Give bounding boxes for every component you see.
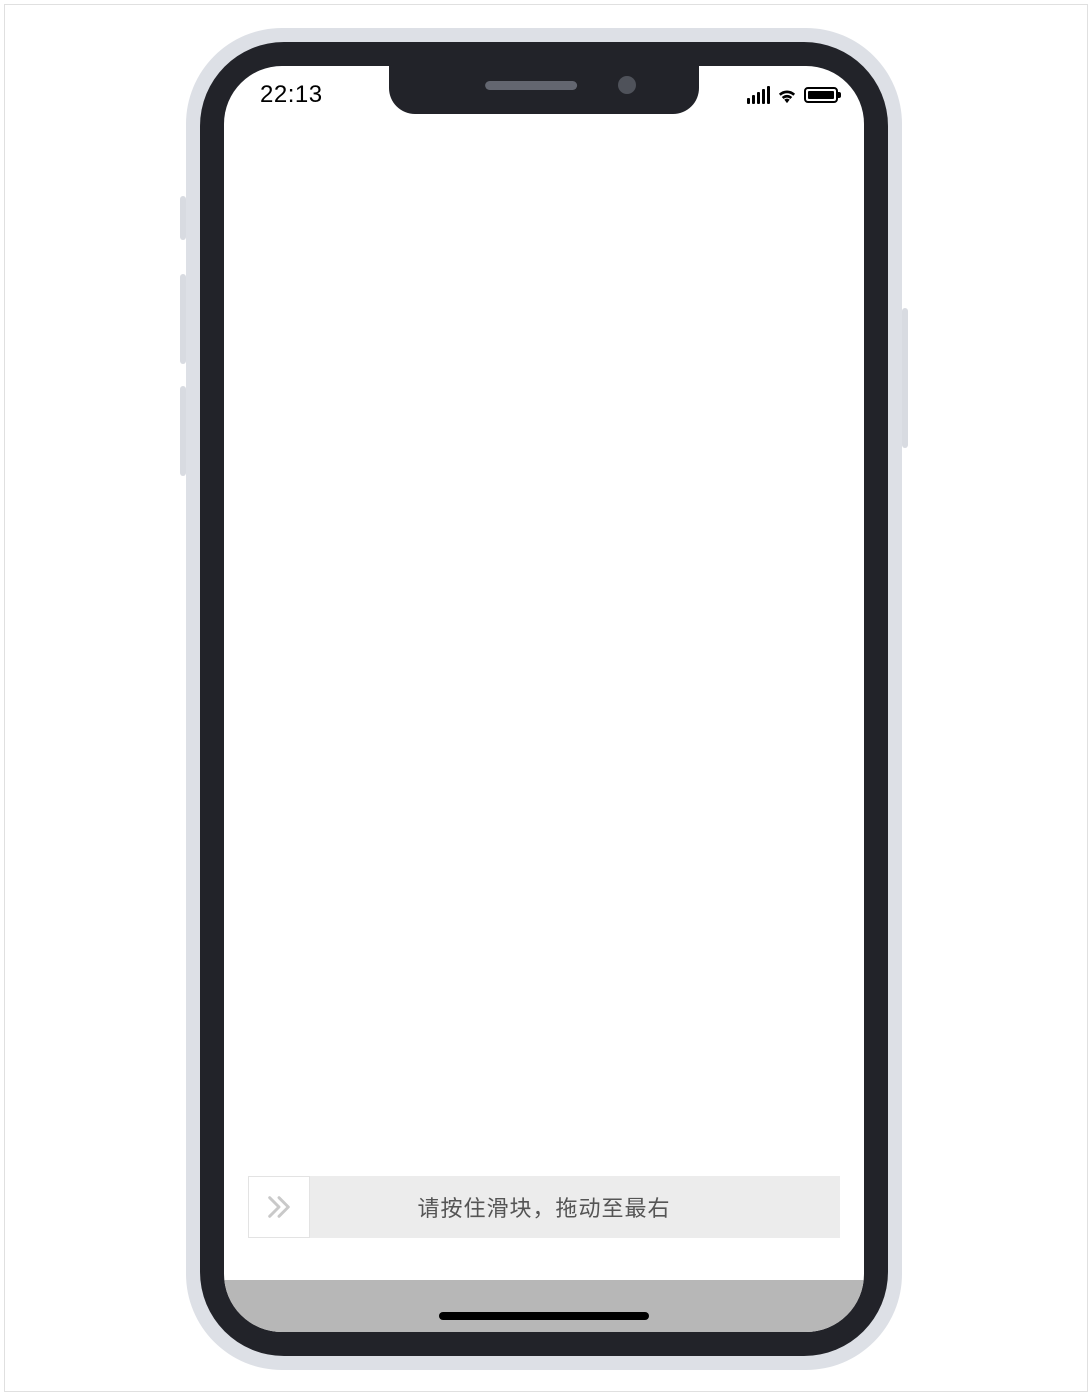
phone-device-frame: 22:13 — [186, 28, 902, 1370]
double-chevron-right-icon — [265, 1193, 293, 1221]
slide-captcha-instruction: 请按住滑块，拖动至最右 — [310, 1191, 840, 1223]
mute-switch — [180, 196, 186, 240]
status-bar: 22:13 — [224, 66, 864, 114]
wifi-icon — [776, 86, 798, 104]
cellular-signal-icon — [745, 86, 770, 104]
phone-screen: 22:13 — [224, 66, 864, 1332]
home-indicator[interactable] — [439, 1312, 649, 1320]
battery-icon — [804, 87, 838, 103]
status-time: 22:13 — [260, 81, 323, 109]
bottom-safe-area — [224, 1280, 864, 1332]
status-right-icons — [745, 86, 838, 104]
volume-down-button — [180, 386, 186, 476]
power-button — [902, 308, 908, 448]
volume-up-button — [180, 274, 186, 364]
slide-captcha[interactable]: 请按住滑块，拖动至最右 — [248, 1176, 840, 1238]
slide-captcha-handle[interactable] — [248, 1176, 310, 1238]
phone-bezel: 22:13 — [200, 42, 888, 1356]
